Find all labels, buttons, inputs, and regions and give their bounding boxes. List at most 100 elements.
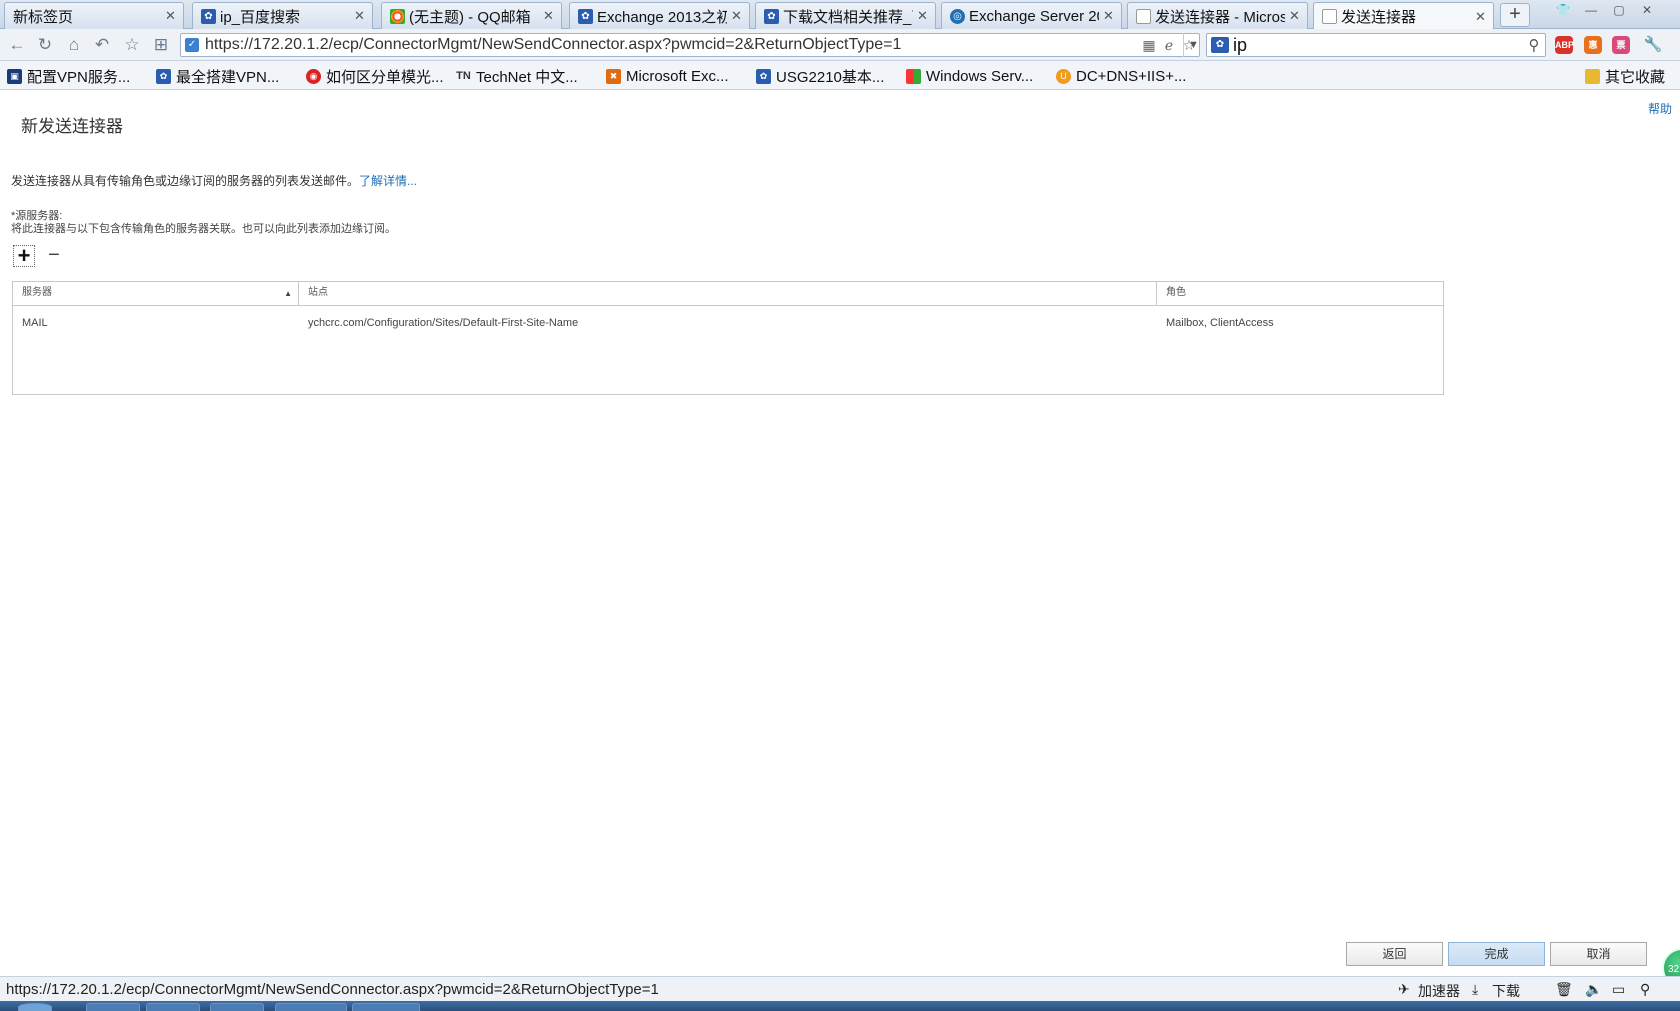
close-icon[interactable]: ✕ bbox=[1103, 8, 1115, 24]
new-tab-button[interactable]: + bbox=[1500, 3, 1530, 27]
folder-icon bbox=[1585, 68, 1600, 84]
trash-icon[interactable]: 🗑 bbox=[1555, 981, 1573, 998]
home-icon[interactable]: ⌂ bbox=[63, 34, 85, 56]
tab-label: Exchange 2013之初 bbox=[597, 8, 727, 26]
qr-code-icon[interactable]: ▦ bbox=[1139, 37, 1159, 54]
tab-label: 下载文档相关推荐_百 bbox=[783, 8, 913, 26]
adblock-icon[interactable]: ABP bbox=[1555, 36, 1574, 54]
download-icon[interactable]: ⤓ bbox=[1472, 981, 1478, 998]
screen-icon[interactable]: ▭ bbox=[1612, 981, 1625, 998]
search-box[interactable]: ✿ ip ⚲ bbox=[1206, 33, 1546, 57]
other-bookmarks[interactable]: 其它收藏 bbox=[1585, 66, 1665, 86]
browser-nav-bar: ← ↻ ⌂ ↶ ☆ ⊞ ✓ https://172.20.1.2/ecp/Con… bbox=[0, 29, 1680, 61]
technet-icon: ◎ bbox=[950, 8, 965, 24]
bookmark-item[interactable]: ✿ USG2210基本... bbox=[756, 66, 884, 86]
page-title: 新发送连接器 bbox=[21, 117, 123, 136]
close-icon[interactable]: ✕ bbox=[165, 8, 177, 24]
bookmark-item[interactable]: U DC+DNS+IIS+... bbox=[1056, 66, 1186, 86]
column-header-site[interactable]: 站点 bbox=[299, 282, 1157, 306]
taskbar-item[interactable] bbox=[86, 1003, 140, 1011]
volume-icon[interactable]: 🔈 bbox=[1585, 981, 1602, 998]
table-row[interactable]: MAIL ychcrc.com/Configuration/Sites/Defa… bbox=[13, 312, 1443, 334]
accelerator-icon[interactable]: ✈ bbox=[1398, 981, 1410, 998]
browser-tab[interactable]: 新标签页 ✕ bbox=[4, 2, 184, 29]
undo-close-icon[interactable]: ↶ bbox=[91, 34, 113, 56]
bookmark-item[interactable]: ✿ 最全搭建VPN... bbox=[156, 66, 279, 86]
bookmark-label: 如何区分单模光... bbox=[326, 68, 444, 86]
remove-server-button[interactable]: − bbox=[45, 245, 63, 267]
close-icon[interactable]: ✕ bbox=[1475, 9, 1487, 25]
column-header-role[interactable]: 角色 bbox=[1157, 282, 1443, 306]
taskbar-item[interactable] bbox=[352, 1003, 420, 1011]
back-button[interactable]: 返回 bbox=[1346, 942, 1443, 966]
exchange-icon: ✖ bbox=[606, 68, 621, 84]
tab-label: (无主题) - QQ邮箱 bbox=[409, 8, 531, 26]
close-icon[interactable]: ✕ bbox=[917, 8, 929, 24]
bookmark-item[interactable]: ▣ 配置VPN服务... bbox=[7, 66, 130, 86]
qq-mail-icon bbox=[390, 8, 405, 24]
baidu-paw-icon: ✿ bbox=[756, 68, 771, 84]
accelerator-label[interactable]: 加速器 bbox=[1418, 981, 1460, 1001]
tools-wrench-icon[interactable]: 🔧 bbox=[1642, 34, 1664, 56]
column-header-server[interactable]: 服务器 ▲ bbox=[13, 282, 299, 306]
address-input[interactable]: https://172.20.1.2/ecp/ConnectorMgmt/New… bbox=[205, 36, 1139, 54]
browser-tab[interactable]: ✿ 下载文档相关推荐_百 ✕ bbox=[755, 2, 936, 29]
apps-grid-icon[interactable]: ⊞ bbox=[150, 34, 172, 56]
bookmark-label: USG2210基本... bbox=[776, 68, 885, 86]
browser-tab[interactable]: ◎ Exchange Server 20 ✕ bbox=[941, 2, 1122, 29]
close-icon[interactable]: ✕ bbox=[354, 8, 366, 24]
maximize-icon[interactable]: ▢ bbox=[1608, 2, 1630, 18]
favorite-star-icon[interactable]: ☆ bbox=[121, 34, 143, 56]
ucweb-icon: U bbox=[1056, 68, 1071, 84]
browser-tab[interactable]: 发送连接器 - Micros ✕ bbox=[1127, 2, 1308, 29]
search-icon[interactable]: ⚲ bbox=[1523, 36, 1545, 54]
back-arrow-icon[interactable]: ← bbox=[6, 34, 28, 56]
table-header: 服务器 ▲ 站点 角色 bbox=[13, 282, 1443, 306]
bookmark-label: DC+DNS+IIS+... bbox=[1076, 67, 1187, 85]
browser-tab[interactable]: ✿ Exchange 2013之初 ✕ bbox=[569, 2, 750, 29]
close-icon[interactable]: ✕ bbox=[731, 8, 743, 24]
taskbar-item[interactable] bbox=[275, 1003, 347, 1011]
browser-tab-active[interactable]: 发送连接器 ✕ bbox=[1313, 2, 1494, 30]
skin-icon[interactable]: 👕 bbox=[1552, 2, 1574, 18]
search-input[interactable]: ip bbox=[1233, 35, 1523, 56]
browser-tab-strip: 新标签页 ✕ ✿ ip_百度搜索 ✕ (无主题) - QQ邮箱 ✕ ✿ Exch… bbox=[0, 0, 1680, 30]
close-icon[interactable]: ✕ bbox=[1289, 8, 1301, 24]
download-label[interactable]: 下载 bbox=[1492, 981, 1520, 1001]
browser-tab[interactable]: ✿ ip_百度搜索 ✕ bbox=[192, 2, 373, 29]
extension-icon[interactable]: 票 bbox=[1612, 36, 1630, 54]
help-link[interactable]: 帮助 bbox=[1648, 100, 1672, 117]
address-dropdown-icon[interactable]: ▼ bbox=[1183, 33, 1203, 57]
bookmark-item[interactable]: Windows Serv... bbox=[906, 66, 1033, 86]
bookmark-item[interactable]: ◉ 如何区分单模光... bbox=[306, 66, 444, 86]
close-icon[interactable]: ✕ bbox=[543, 8, 555, 24]
address-bar[interactable]: ✓ https://172.20.1.2/ecp/ConnectorMgmt/N… bbox=[180, 33, 1200, 57]
minimize-icon[interactable]: — bbox=[1580, 2, 1602, 18]
discount-extension-icon[interactable]: 惠 bbox=[1584, 36, 1602, 54]
security-shield-icon: ✓ bbox=[185, 38, 199, 52]
baidu-paw-icon: ✿ bbox=[578, 8, 593, 24]
bookmark-label: TechNet 中文... bbox=[476, 68, 578, 86]
baidu-paw-icon: ✿ bbox=[201, 8, 216, 24]
bookmarks-bar: ▣ 配置VPN服务... ✿ 最全搭建VPN... ◉ 如何区分单模光... T… bbox=[0, 61, 1680, 90]
baidu-paw-icon: ✿ bbox=[764, 8, 779, 24]
other-bookmarks-label: 其它收藏 bbox=[1605, 68, 1666, 86]
status-url: https://172.20.1.2/ecp/ConnectorMgmt/New… bbox=[6, 981, 659, 998]
learn-more-link[interactable]: 了解详情... bbox=[359, 174, 417, 188]
cancel-button[interactable]: 取消 bbox=[1550, 942, 1647, 966]
window-close-icon[interactable]: ✕ bbox=[1636, 2, 1658, 18]
source-servers-hint: 将此连接器与以下包含传输角色的服务器关联。也可以向此列表添加边缘订阅。 bbox=[11, 223, 396, 235]
cell-site: ychcrc.com/Configuration/Sites/Default-F… bbox=[308, 317, 579, 329]
taskbar-item[interactable] bbox=[146, 1003, 200, 1011]
bookmark-item[interactable]: ✖ Microsoft Exc... bbox=[606, 66, 729, 86]
ie-compat-icon[interactable]: ℯ bbox=[1159, 37, 1179, 54]
zoom-icon[interactable]: ⚲ bbox=[1640, 981, 1650, 998]
add-server-button[interactable]: + bbox=[13, 245, 35, 267]
bookmark-item[interactable]: TN TechNet 中文... bbox=[456, 66, 578, 86]
finish-button[interactable]: 完成 bbox=[1448, 942, 1545, 966]
browser-tab[interactable]: (无主题) - QQ邮箱 ✕ bbox=[381, 2, 562, 29]
reload-icon[interactable]: ↻ bbox=[34, 34, 56, 56]
taskbar-item[interactable] bbox=[210, 1003, 264, 1011]
start-orb[interactable] bbox=[18, 1003, 52, 1011]
sort-ascending-icon: ▲ bbox=[284, 289, 292, 298]
